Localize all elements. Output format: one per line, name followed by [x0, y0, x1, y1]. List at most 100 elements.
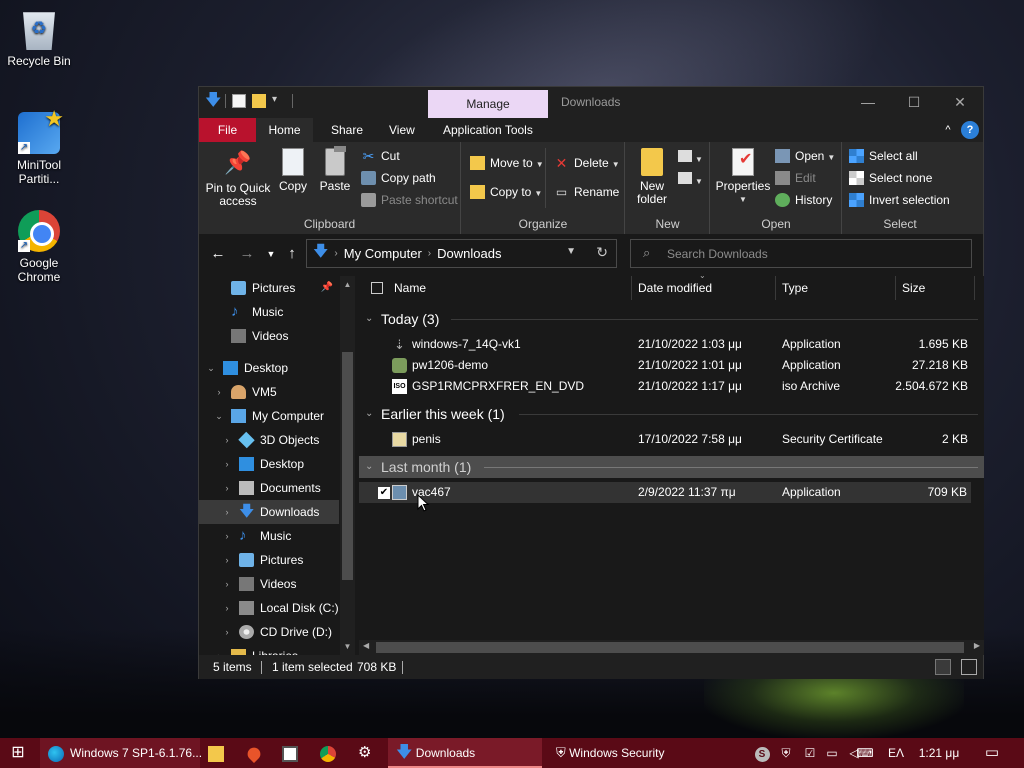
tab-manage[interactable]: Manage [428, 90, 548, 119]
pin-to-quick-access-button[interactable]: 📌 Pin to Quick access [205, 148, 271, 208]
nav-item-3d-objects[interactable]: › 3D Objects [199, 428, 339, 452]
checkbox-tray-icon[interactable]: ☑ [800, 738, 820, 768]
group-header-earlier-this-week[interactable]: ⌄ Earlier this week (1) [359, 403, 984, 425]
nav-item-vm5[interactable]: › VM5 [199, 380, 339, 404]
expand-chevron-icon[interactable]: › [221, 476, 233, 500]
breadcrumb-my-computer[interactable]: My Computer [344, 246, 422, 261]
scroll-down-icon[interactable]: ▼ [340, 642, 355, 651]
desktop-icon-minitool[interactable]: ↗ MiniTool Partiti... [4, 106, 74, 186]
properties-button[interactable]: Properties ▼ [715, 148, 771, 206]
breadcrumb-separator-icon[interactable]: › [334, 248, 337, 259]
column-divider[interactable] [974, 276, 975, 300]
breadcrumb-separator-icon[interactable]: › [428, 248, 431, 259]
up-arrow-icon[interactable]: ↑ [282, 244, 302, 264]
history-button[interactable]: History [775, 190, 832, 210]
start-button[interactable]: ⊞ [0, 738, 36, 768]
column-divider[interactable] [631, 276, 632, 300]
properties-icon[interactable] [232, 94, 246, 108]
maximize-button[interactable]: ☐ [891, 87, 937, 118]
expand-chevron-icon[interactable]: › [221, 428, 233, 452]
row-checkbox[interactable]: ✔ [378, 487, 390, 499]
nav-item-documents[interactable]: › Documents [199, 476, 339, 500]
keyboard-tray-icon[interactable]: ⌨ [850, 738, 880, 768]
scrollbar-thumb[interactable] [342, 352, 353, 580]
help-icon[interactable]: ? [961, 121, 979, 139]
back-arrow-icon[interactable]: ← [208, 244, 228, 264]
scroll-right-icon[interactable]: ▶ [974, 641, 980, 650]
taskbar-item-downloads[interactable]: 🡇 Downloads [388, 738, 542, 768]
edit-button[interactable]: Edit [775, 168, 816, 188]
cut-button[interactable]: ✂ Cut [361, 146, 400, 166]
group-header-today[interactable]: ⌄ Today (3) [359, 308, 984, 330]
select-all-checkbox[interactable] [371, 282, 383, 294]
expand-chevron-icon[interactable]: › [221, 620, 233, 644]
notifications-icon[interactable]: ▭ [980, 738, 1004, 768]
expand-chevron-icon[interactable]: › [221, 452, 233, 476]
invert-selection-button[interactable]: Invert selection [849, 190, 950, 210]
copy-button[interactable]: Copy [277, 148, 309, 193]
taskbar-pin-explorer[interactable] [208, 738, 230, 768]
delete-button[interactable]: ✕ Delete ▼ [554, 153, 620, 173]
nav-pane-scrollbar[interactable]: ▲ ▼ [340, 276, 355, 655]
skype-tray-icon[interactable]: S [752, 738, 772, 768]
column-header-size[interactable]: Size [902, 276, 925, 302]
nav-item-my-computer[interactable]: ⌄ My Computer [199, 404, 339, 428]
customize-toolbar-chevron-icon[interactable]: ▾ [272, 94, 286, 108]
shield-tray-icon[interactable]: ⛨ [776, 738, 796, 768]
nav-item-cd-drive[interactable]: › CD Drive (D:) [199, 620, 339, 644]
paste-button[interactable]: Paste [318, 146, 352, 193]
expand-chevron-icon[interactable]: › [221, 548, 233, 572]
nav-item-music[interactable]: ♪ Music [199, 300, 339, 324]
table-row[interactable]: ✔ vac467 2/9/2022 11:37 πμ Application 7… [359, 482, 971, 503]
forward-arrow-icon[interactable]: → [237, 244, 257, 264]
scroll-up-icon[interactable]: ▲ [340, 280, 355, 289]
collapse-group-chevron-icon[interactable]: ⌄ [365, 456, 373, 478]
nav-item-videos[interactable]: Videos [199, 324, 339, 348]
recent-locations-chevron-icon[interactable]: ▼ [261, 244, 281, 264]
paste-shortcut-button[interactable]: Paste shortcut [361, 190, 458, 210]
taskbar-pin-store[interactable] [282, 738, 304, 768]
address-bar[interactable]: 🡇 › My Computer › Downloads ▼ ↻ [306, 239, 617, 268]
details-view-icon[interactable] [935, 659, 951, 675]
new-folder-icon[interactable] [252, 94, 266, 108]
taskbar-item-windows-security[interactable]: ⛨ Windows Security [548, 738, 702, 768]
nav-item-music-2[interactable]: › ♪ Music [199, 524, 339, 548]
title-bar[interactable]: 🡇 ▾ Manage Downloads — ☐ ✕ [199, 87, 983, 119]
address-history-chevron-icon[interactable]: ▼ [566, 246, 576, 257]
new-folder-button[interactable]: New folder [632, 148, 672, 206]
table-row[interactable]: ISO GSP1RMCPRXFRER_EN_DVD 21/10/2022 1:1… [359, 376, 984, 397]
expand-chevron-icon[interactable]: › [213, 380, 225, 404]
nav-item-videos-2[interactable]: › Videos [199, 572, 339, 596]
scroll-left-icon[interactable]: ◀ [363, 641, 369, 650]
new-item-button[interactable]: ▼ [678, 150, 703, 165]
expand-chevron-icon[interactable]: › [221, 596, 233, 620]
tab-file[interactable]: File [199, 118, 256, 142]
scrollbar-thumb[interactable] [376, 642, 964, 653]
collapse-group-chevron-icon[interactable]: ⌄ [365, 308, 373, 330]
tab-home[interactable]: Home [256, 118, 313, 142]
group-header-last-month[interactable]: ⌄ Last month (1) [359, 456, 984, 478]
minimize-button[interactable]: — [845, 87, 891, 118]
large-icons-view-icon[interactable] [961, 659, 977, 675]
expand-chevron-icon[interactable]: › [221, 500, 233, 524]
nav-item-pictures[interactable]: Pictures 📌 [199, 276, 339, 300]
desktop-icon-google-chrome[interactable]: ↗ Google Chrome [4, 210, 74, 284]
taskbar-pin-maps[interactable] [244, 738, 268, 768]
desktop-icon-recycle-bin[interactable]: Recycle Bin [4, 8, 74, 68]
search-input[interactable] [667, 244, 957, 263]
nav-item-local-disk[interactable]: › Local Disk (C:) [199, 596, 339, 620]
search-box[interactable]: ⌕ [630, 239, 972, 268]
expand-chevron-icon[interactable]: › [221, 572, 233, 596]
expand-chevron-icon[interactable]: ⌄ [213, 404, 225, 428]
expand-chevron-icon[interactable]: ⌄ [205, 356, 217, 380]
tab-share[interactable]: Share [317, 118, 377, 142]
downloads-arrow-icon[interactable]: 🡇 [205, 93, 221, 109]
nav-item-downloads[interactable]: › 🡇 Downloads [199, 500, 339, 524]
nav-item-pictures-2[interactable]: › Pictures [199, 548, 339, 572]
pin-icon[interactable]: 📌 [321, 276, 333, 300]
close-button[interactable]: ✕ [937, 87, 983, 118]
column-header-date-modified[interactable]: Date modified [638, 276, 712, 302]
table-row[interactable]: pw1206-demo 21/10/2022 1:01 μμ Applicati… [359, 355, 984, 376]
nav-item-desktop-2[interactable]: › Desktop [199, 452, 339, 476]
refresh-icon[interactable]: ↻ [596, 244, 608, 261]
